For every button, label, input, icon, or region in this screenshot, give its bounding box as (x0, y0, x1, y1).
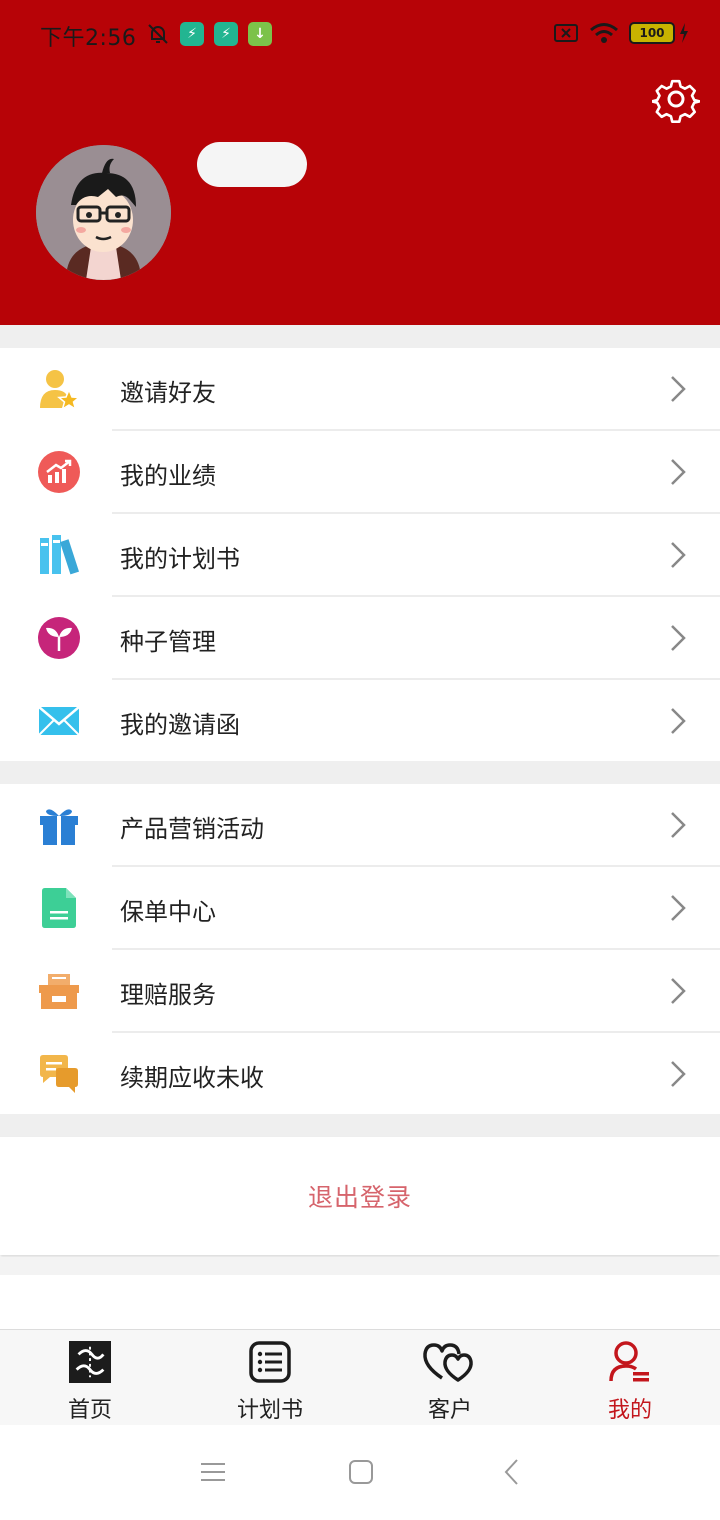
chevron-right-icon (671, 542, 686, 568)
menu-group-services: 产品营销活动 保单中心 理赔服务 续期应收未收 (0, 784, 720, 1114)
wifi-icon (590, 23, 618, 43)
section-gap (0, 1114, 720, 1137)
list-icon (249, 1341, 291, 1383)
chevron-right-icon (671, 625, 686, 651)
chevron-right-icon (671, 376, 686, 402)
seedling-icon (38, 617, 80, 659)
menu-item-label: 我的业绩 (120, 462, 216, 490)
menu-item-policy-center[interactable]: 保单中心 (0, 867, 720, 950)
download-icon: ↓ (248, 22, 272, 46)
chevron-right-icon (671, 895, 686, 921)
menu-item-label: 我的计划书 (120, 545, 240, 573)
menu-item-my-performance[interactable]: 我的业绩 (0, 431, 720, 514)
section-gap (0, 761, 720, 784)
battery-level: 100 (629, 22, 675, 44)
chat-bubbles-icon (40, 1055, 78, 1093)
menu-item-claims-service[interactable]: 理赔服务 (0, 950, 720, 1033)
system-icons: 100 (553, 22, 690, 44)
menu-item-renewal-receivables[interactable]: 续期应收未收 (0, 1033, 720, 1116)
menu-group-account: 邀请好友 我的业绩 我的计划书 种子管理 我的邀请函 (0, 348, 720, 761)
logout-label: 退出登录 (307, 1183, 412, 1212)
claims-box-icon (39, 974, 79, 1009)
battery-indicator: 100 (629, 22, 690, 44)
status-bar: 下午2:56 ⚡ ⚡ ↓ 100 (0, 0, 720, 70)
system-navigation-bar (0, 1425, 720, 1520)
menu-item-label: 种子管理 (120, 628, 216, 656)
charging-icon (680, 23, 688, 43)
shield-app-icon-2: ⚡ (214, 22, 238, 46)
policy-document-icon (42, 888, 76, 928)
section-gap (0, 325, 720, 348)
chevron-right-icon (671, 459, 686, 485)
username-redacted (197, 142, 307, 187)
hearts-icon (423, 1343, 473, 1382)
chevron-right-icon (671, 708, 686, 734)
cartoon-avatar-icon (36, 145, 171, 280)
muted-bell-icon (148, 24, 168, 44)
tab-label: 我的 (607, 1398, 652, 1423)
menu-item-my-invitations[interactable]: 我的邀请函 (0, 680, 720, 763)
tab-plans[interactable]: 计划书 (180, 1330, 360, 1425)
menu-item-invite-friends[interactable]: 邀请好友 (0, 348, 720, 431)
envelope-icon (38, 706, 80, 736)
back-icon[interactable] (498, 1457, 528, 1487)
profile-header: 下午2:56 ⚡ ⚡ ↓ 100 (0, 0, 720, 325)
home-square-icon[interactable] (346, 1457, 376, 1487)
chevron-right-icon (671, 812, 686, 838)
home-logo-icon (69, 1341, 111, 1383)
tab-mine[interactable]: 我的 (540, 1330, 720, 1425)
menu-item-seed-management[interactable]: 种子管理 (0, 597, 720, 680)
books-icon (40, 535, 80, 575)
menu-item-label: 理赔服务 (120, 981, 216, 1009)
bottom-tab-bar: 首页 计划书 客户 我的 (0, 1329, 720, 1425)
logout-button[interactable]: 退出登录 (0, 1137, 720, 1255)
tab-label: 客户 (427, 1398, 472, 1423)
tab-label: 计划书 (236, 1398, 303, 1423)
profile-icon (609, 1341, 649, 1382)
menu-item-label: 邀请好友 (120, 379, 216, 407)
shield-app-icon: ⚡ (180, 22, 204, 46)
chevron-right-icon (671, 1061, 686, 1087)
status-time: 下午2:56 (40, 26, 137, 51)
chevron-right-icon (671, 978, 686, 1004)
tab-home[interactable]: 首页 (0, 1330, 180, 1425)
performance-chart-icon (38, 451, 80, 493)
menu-item-label: 产品营销活动 (120, 815, 264, 843)
user-avatar[interactable] (36, 145, 171, 280)
gift-icon (40, 809, 78, 845)
menu-item-my-plans[interactable]: 我的计划书 (0, 514, 720, 597)
tab-customers[interactable]: 客户 (360, 1330, 540, 1425)
invite-friend-icon (40, 370, 80, 410)
tab-label: 首页 (67, 1398, 112, 1423)
menu-icon[interactable] (198, 1457, 228, 1487)
menu-item-label: 我的邀请函 (120, 711, 240, 739)
no-sim-icon (554, 24, 578, 42)
notification-icons: ⚡ ⚡ ↓ (146, 22, 272, 46)
section-gap (0, 1257, 720, 1275)
menu-item-label: 保单中心 (120, 898, 216, 926)
settings-gear-icon[interactable] (652, 75, 700, 123)
menu-item-product-marketing[interactable]: 产品营销活动 (0, 784, 720, 867)
menu-item-label: 续期应收未收 (120, 1064, 264, 1092)
